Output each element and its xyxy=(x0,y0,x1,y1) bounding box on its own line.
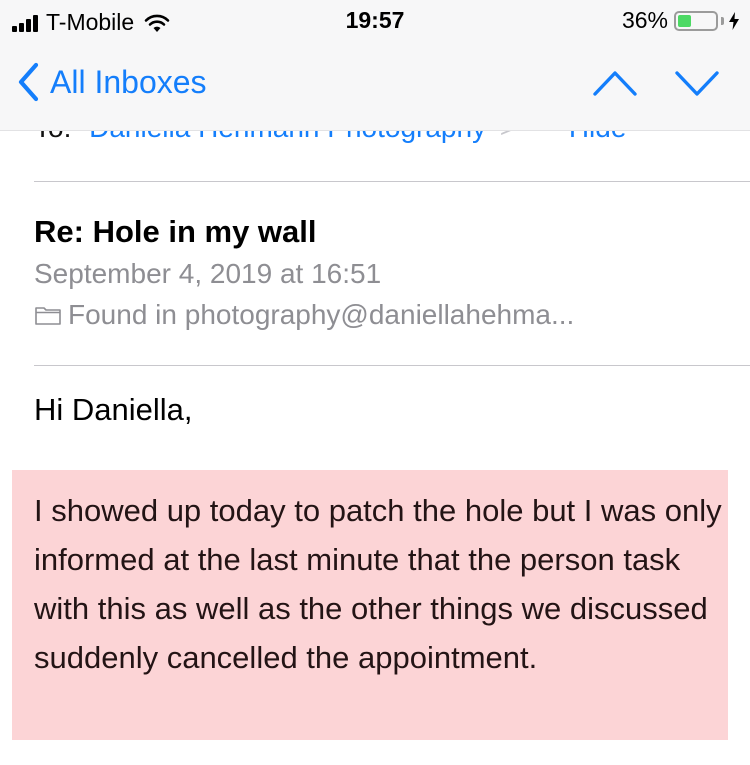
mail-screen: To: Daniella Hehmann Photography > Hide … xyxy=(0,0,750,765)
folder-icon xyxy=(35,307,61,325)
found-in-text: Found in photography@daniellahehma... xyxy=(68,299,575,330)
highlighted-paragraph: I showed up today to patch the hole but … xyxy=(12,470,728,740)
back-button-label: All Inboxes xyxy=(50,63,207,100)
header-divider xyxy=(34,181,750,182)
body-divider xyxy=(34,365,750,366)
top-bar: T-Mobile 19:57 36% All Inboxes xyxy=(0,0,750,131)
previous-message-button[interactable] xyxy=(592,68,638,98)
found-in-row[interactable]: Found in photography@daniellahehma... xyxy=(34,299,574,331)
back-button[interactable]: All Inboxes xyxy=(16,62,207,102)
highlighted-paragraph-text: I showed up today to patch the hole but … xyxy=(34,493,722,675)
email-date: September 4, 2019 at 16:51 xyxy=(34,258,382,289)
navigation-bar: All Inboxes xyxy=(0,50,750,120)
battery-level-fill xyxy=(678,14,691,27)
battery-tip xyxy=(721,16,724,25)
next-message-button[interactable] xyxy=(674,68,720,98)
email-subject: Re: Hole in my wall xyxy=(34,214,317,249)
charging-bolt-icon xyxy=(729,11,739,30)
chevron-left-icon xyxy=(18,62,39,102)
email-greeting: Hi Daniella, xyxy=(34,392,193,427)
battery-icon xyxy=(674,10,718,31)
status-bar: T-Mobile 19:57 36% xyxy=(0,0,750,42)
battery-percent: 36% xyxy=(621,7,668,33)
